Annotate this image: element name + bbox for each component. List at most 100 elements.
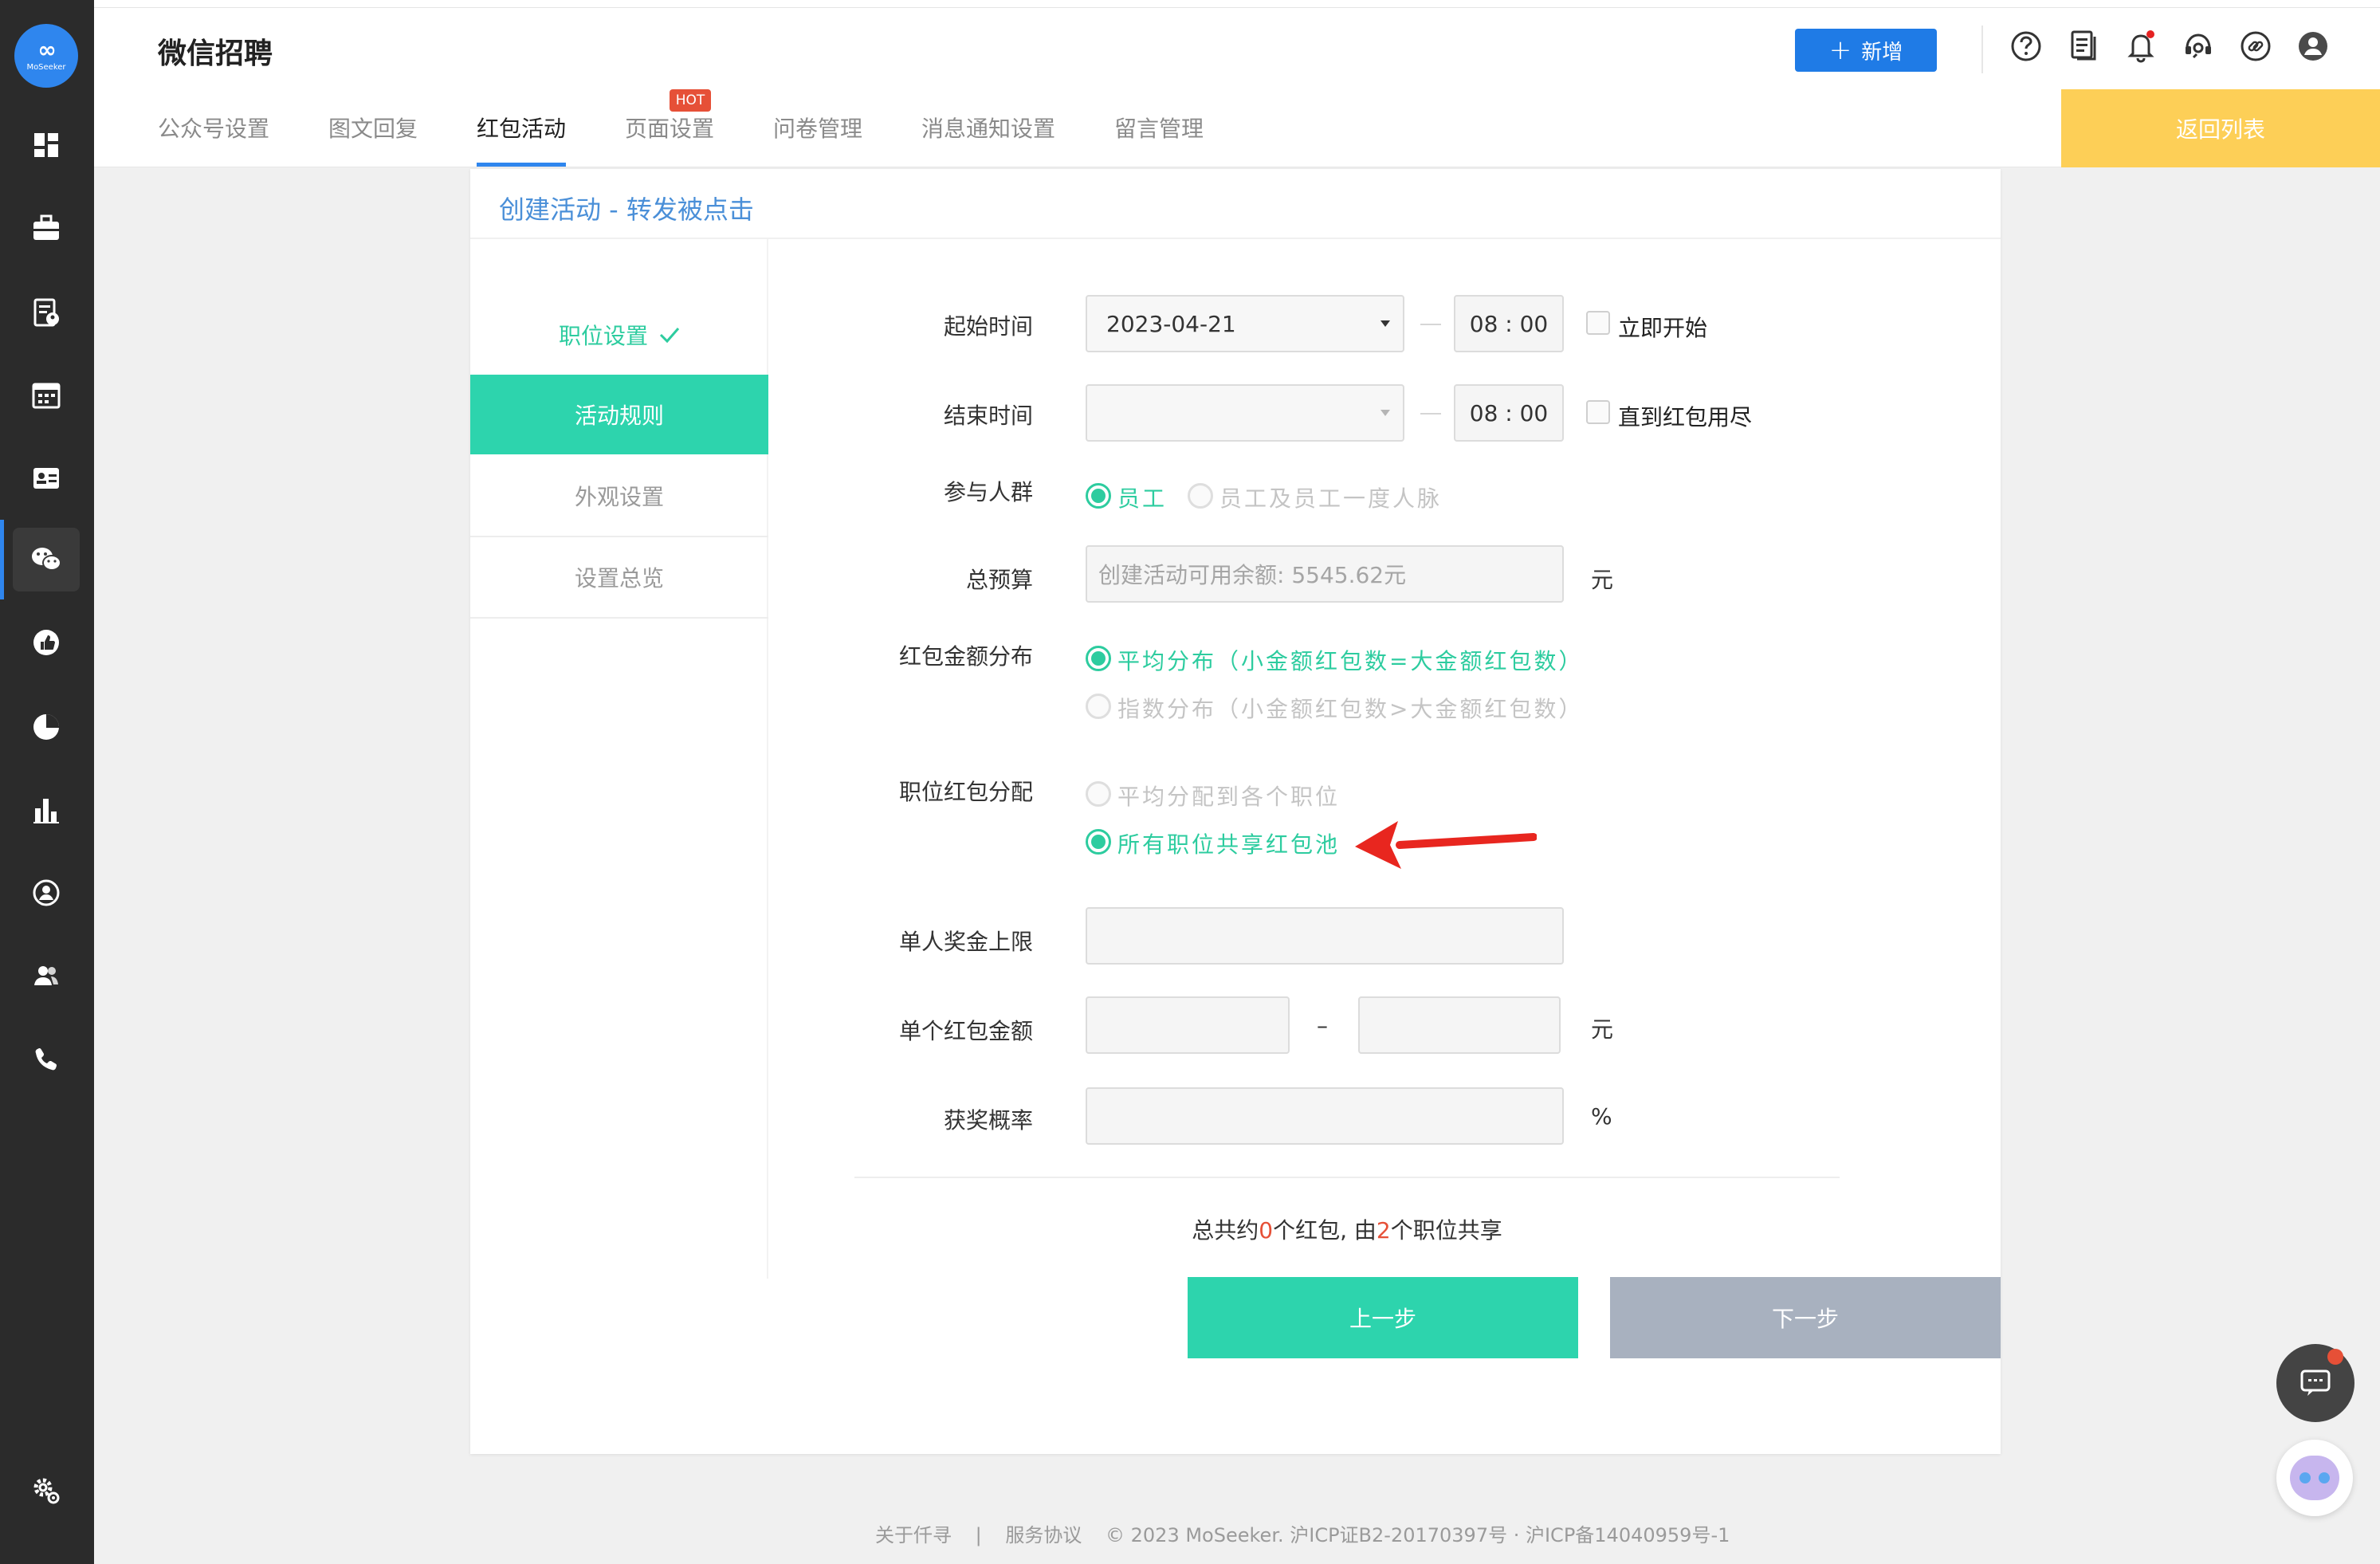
- allocation-shared-pool-radio[interactable]: [1086, 829, 1111, 855]
- sidebar-item-dashboard[interactable]: [13, 113, 80, 177]
- summary-position-count: 2: [1376, 1217, 1391, 1244]
- bell-icon: [2127, 30, 2154, 63]
- notification-button[interactable]: [2122, 27, 2160, 65]
- dashboard-icon: [34, 133, 58, 157]
- step-overview[interactable]: 设置总览: [470, 537, 768, 617]
- footer-terms-link[interactable]: 服务协议: [1005, 1524, 1082, 1546]
- start-date-select[interactable]: 2023-04-21: [1086, 295, 1404, 352]
- audience-network-radio[interactable]: [1188, 483, 1213, 509]
- step-label: 活动规则: [574, 403, 664, 429]
- step-label: 职位设置: [558, 323, 648, 349]
- sidebar-item-phone[interactable]: [13, 1027, 80, 1090]
- moseeker-logo[interactable]: ∞ MoSeeker: [14, 24, 78, 88]
- budget-input[interactable]: 创建活动可用余额: 5545.62元: [1086, 545, 1564, 603]
- win-rate-input[interactable]: [1086, 1087, 1564, 1145]
- tab-official-account[interactable]: 公众号设置: [158, 112, 269, 143]
- sidebar-item-reports[interactable]: [13, 778, 80, 842]
- link-button[interactable]: [2237, 27, 2275, 65]
- distribution-average-radio[interactable]: [1086, 646, 1111, 671]
- until-depleted-label: 直到红包用尽: [1618, 404, 1753, 430]
- sidebar-item-users[interactable]: [13, 944, 80, 1008]
- sidebar-item-analytics[interactable]: [13, 695, 80, 759]
- help-icon: [2011, 31, 2041, 61]
- users-icon: [34, 966, 58, 985]
- chat-unread-dot: [2327, 1349, 2343, 1365]
- sidebar-item-referral[interactable]: [13, 611, 80, 674]
- hot-badge: HOT: [670, 89, 711, 112]
- max-per-person-input[interactable]: [1086, 907, 1564, 965]
- tab-page-settings[interactable]: 页面设置: [625, 112, 714, 143]
- end-time-input[interactable]: 08 : 00: [1454, 384, 1564, 442]
- robot-icon: [2290, 1456, 2339, 1500]
- add-new-label: 新增: [1861, 40, 1903, 65]
- single-amount-min-input[interactable]: [1086, 996, 1290, 1054]
- step-label: 外观设置: [574, 484, 664, 510]
- thumbs-up-icon: [33, 630, 59, 655]
- date-time-separator: [1420, 324, 1441, 325]
- settings-icon: [33, 1478, 60, 1504]
- start-immediately-checkbox[interactable]: [1586, 311, 1610, 335]
- start-time-input[interactable]: 08 : 00: [1454, 295, 1564, 352]
- footer-separator: |: [975, 1524, 982, 1546]
- document-button[interactable]: [2064, 27, 2103, 65]
- footer-about-link[interactable]: 关于仟寻: [875, 1524, 952, 1546]
- step-appearance[interactable]: 外观设置: [470, 456, 768, 536]
- position-allocation-label: 职位红包分配: [898, 779, 1033, 805]
- next-step-button[interactable]: 下一步: [1610, 1277, 2001, 1358]
- previous-step-button[interactable]: 上一步: [1188, 1277, 1578, 1358]
- step-activity-rules[interactable]: 活动规则: [470, 375, 768, 454]
- sidebar-item-jobs[interactable]: [13, 196, 80, 260]
- add-new-button[interactable]: + 新增: [1795, 29, 1937, 72]
- until-depleted-checkbox[interactable]: [1586, 400, 1610, 424]
- tab-message-management[interactable]: 留言管理: [1114, 112, 1204, 143]
- support-icon: [2186, 33, 2211, 59]
- sidebar-item-settings[interactable]: [13, 1459, 80, 1523]
- audience-employee-label: 员工: [1117, 485, 1168, 512]
- tab-article-reply[interactable]: 图文回复: [328, 112, 418, 143]
- header-divider: [1981, 26, 1983, 73]
- back-to-list-button[interactable]: 返回列表: [2061, 89, 2380, 167]
- bar-chart-icon: [33, 799, 59, 823]
- audience-network-label: 员工及员工一度人脉: [1219, 485, 1443, 512]
- person-circle-icon: [33, 879, 60, 906]
- page-title: 微信招聘: [158, 37, 273, 70]
- tab-red-packet[interactable]: 红包活动: [477, 112, 566, 143]
- step-position-settings[interactable]: 职位设置: [470, 295, 768, 375]
- chat-icon: [2300, 1369, 2331, 1396]
- document-icon: [2071, 30, 2096, 61]
- phone-icon: [35, 1048, 57, 1071]
- sidebar-item-resumes[interactable]: [13, 281, 80, 344]
- assistant-robot-button[interactable]: [2276, 1440, 2353, 1516]
- link-icon: [2241, 31, 2271, 61]
- sidebar-item-profile[interactable]: [13, 861, 80, 925]
- tab-survey[interactable]: 问卷管理: [773, 112, 862, 143]
- dropdown-caret-icon: [1380, 410, 1390, 416]
- support-button[interactable]: [2179, 27, 2217, 65]
- end-date-select[interactable]: [1086, 384, 1404, 442]
- single-amount-label: 单个红包金额: [898, 1018, 1033, 1044]
- tab-notification-settings[interactable]: 消息通知设置: [921, 112, 1055, 143]
- distribution-exponential-radio[interactable]: [1086, 694, 1111, 719]
- allocation-shared-pool-label: 所有职位共享红包池: [1117, 831, 1341, 858]
- audience-employee-radio[interactable]: [1086, 483, 1111, 509]
- briefcase-icon: [33, 214, 59, 240]
- start-date-value: 2023-04-21: [1106, 310, 1236, 337]
- date-time-separator: [1420, 413, 1441, 415]
- single-amount-max-input[interactable]: [1358, 996, 1561, 1054]
- audience-label: 参与人群: [943, 479, 1033, 505]
- start-time-label: 起始时间: [943, 313, 1033, 340]
- win-rate-unit: %: [1591, 1103, 1612, 1130]
- sidebar-item-wechat[interactable]: [13, 528, 80, 591]
- allocation-average-radio[interactable]: [1086, 781, 1111, 807]
- sidebar-item-calendar[interactable]: [13, 363, 80, 427]
- user-button[interactable]: [2294, 27, 2332, 65]
- budget-unit: 元: [1591, 567, 1614, 593]
- card-title: 创建活动 - 转发被点击: [499, 195, 754, 225]
- summary-packet-count: 0: [1259, 1217, 1274, 1244]
- form-divider: [854, 1177, 1840, 1178]
- sidebar-item-cards[interactable]: [13, 446, 80, 510]
- plus-icon: +: [1828, 34, 1852, 66]
- summary-text: 总共约0个红包, 由2个职位共享: [854, 1213, 1840, 1245]
- help-button[interactable]: [2007, 27, 2045, 65]
- single-amount-unit: 元: [1591, 1016, 1614, 1043]
